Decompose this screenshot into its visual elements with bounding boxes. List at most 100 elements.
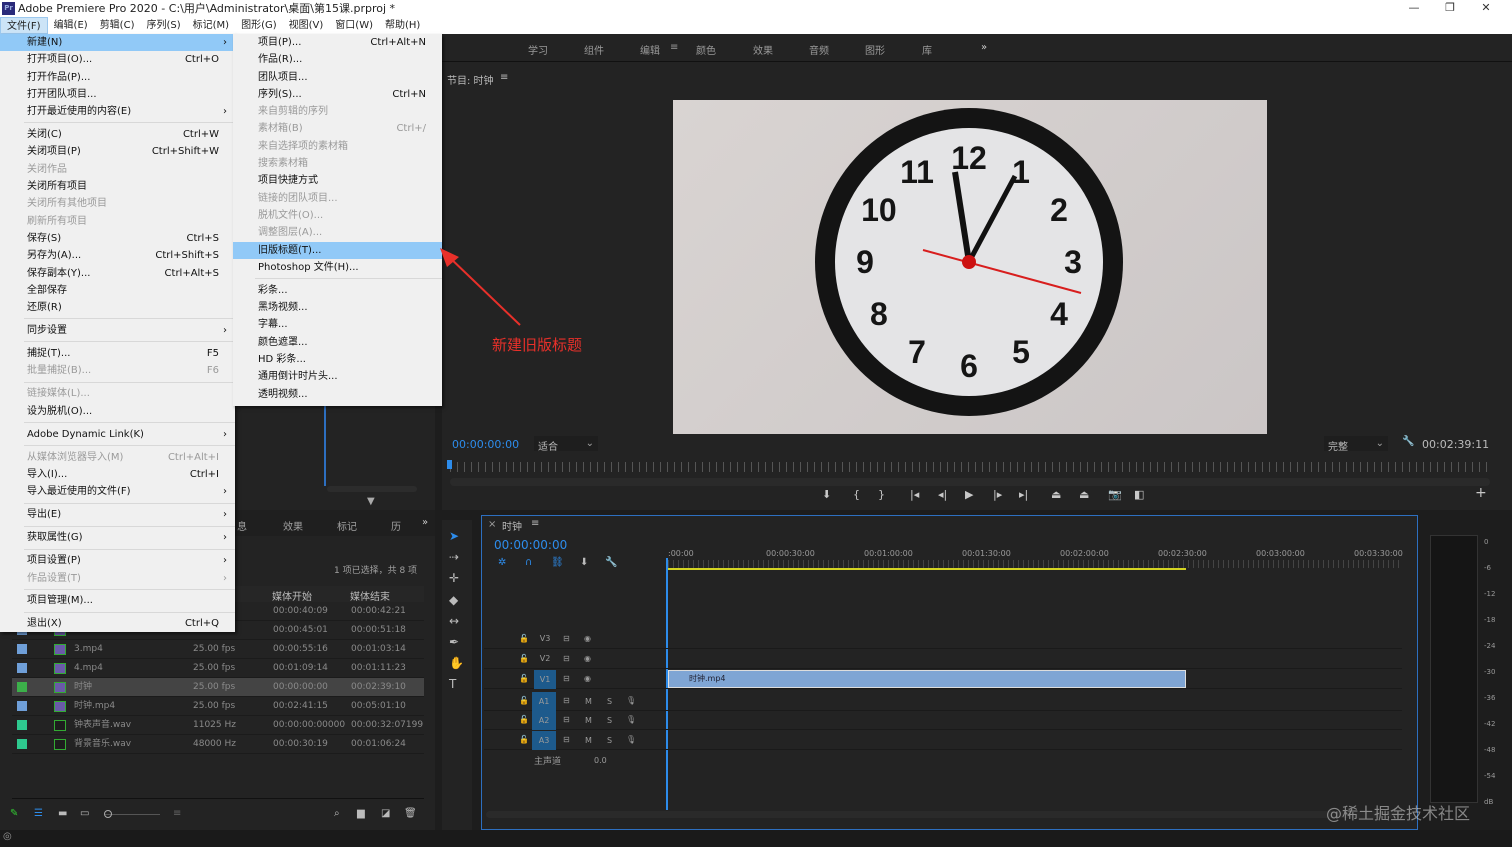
master-volume-value[interactable]: 0.0 <box>594 756 607 765</box>
lift-icon[interactable]: ⏏ <box>1051 488 1061 501</box>
track-select-tool-icon[interactable]: ⇢ <box>449 550 459 564</box>
menu-item[interactable]: 关闭(C) Ctrl+W <box>0 126 235 143</box>
step-forward-icon[interactable]: |▸ <box>993 488 1002 501</box>
menu-6[interactable]: 视图(V) <box>283 17 330 34</box>
sync-lock-icon[interactable]: ⊟ <box>563 654 570 663</box>
microphone-icon[interactable]: 🎙 <box>626 696 636 705</box>
linked-selection-icon[interactable]: ⛓ <box>551 557 564 568</box>
track-name[interactable]: V1 <box>534 670 556 689</box>
step-back-icon[interactable]: ◂| <box>938 488 947 501</box>
eye-icon[interactable]: ◉ <box>584 674 591 683</box>
label-color-swatch[interactable] <box>17 663 27 673</box>
solo-button[interactable]: S <box>607 736 612 745</box>
sync-lock-icon[interactable]: ⊟ <box>563 735 570 744</box>
workspace-tab[interactable]: 编辑 <box>640 42 660 57</box>
timeline-scrollbar[interactable] <box>486 811 1398 818</box>
label-color-swatch[interactable] <box>17 739 27 749</box>
mute-button[interactable]: M <box>585 697 592 706</box>
menu-0[interactable]: 文件(F) <box>0 17 48 34</box>
list-view-icon[interactable]: ☰ <box>34 808 43 819</box>
pencil-icon[interactable]: ✎ <box>10 808 18 819</box>
sequence-tab[interactable]: 时钟 <box>502 518 522 533</box>
solo-button[interactable]: S <box>607 697 612 706</box>
slip-tool-icon[interactable]: ↔ <box>449 614 459 628</box>
workspace-tab[interactable]: 图形 <box>865 42 885 57</box>
menu-item[interactable]: 设为脱机(O)... <box>0 403 235 420</box>
project-row[interactable]: 时钟 25.00 fps 00:00:00:00 00:02:39:10 <box>12 678 424 697</box>
sync-lock-icon[interactable]: ⊟ <box>563 715 570 724</box>
menu-item[interactable]: 黑场视频... <box>233 299 442 316</box>
play-icon[interactable]: ▶ <box>965 488 973 501</box>
panel-menu-icon[interactable]: ≡ <box>500 72 508 83</box>
menu-item[interactable]: 另存为(A)... Ctrl+Shift+S <box>0 247 235 264</box>
mute-button[interactable]: M <box>585 736 592 745</box>
menu-item[interactable]: 字幕... <box>233 316 442 333</box>
add-button-icon[interactable]: + <box>1475 485 1487 501</box>
menu-item[interactable]: 打开项目(O)... Ctrl+O <box>0 51 235 68</box>
lock-icon[interactable]: 🔓 <box>519 674 529 683</box>
more-tabs-button[interactable]: » <box>422 517 428 528</box>
menu-2[interactable]: 剪辑(C) <box>94 17 141 34</box>
menu-5[interactable]: 图形(G) <box>235 17 283 34</box>
nest-icon[interactable]: ✲ <box>498 557 506 568</box>
menu-item[interactable]: 同步设置 › <box>0 322 235 339</box>
menu-item[interactable]: 旧版标题(T)... <box>233 241 442 259</box>
label-color-swatch[interactable] <box>17 720 27 730</box>
hand-tool-icon[interactable]: ✋ <box>449 656 464 670</box>
tab-effects[interactable]: 效果 <box>283 518 303 533</box>
track-name[interactable]: A1 <box>532 692 556 711</box>
menu-item[interactable]: 作品(R)... <box>233 51 442 68</box>
menu-item[interactable]: 导出(E) › <box>0 506 235 523</box>
extract-icon[interactable]: ⏏ <box>1079 488 1089 501</box>
close-button[interactable]: ✕ <box>1468 0 1504 17</box>
menu-item[interactable]: 项目设置(P) › <box>0 552 235 569</box>
mark-in-icon[interactable]: { <box>853 488 860 501</box>
menu-item[interactable]: Adobe Dynamic Link(K) › <box>0 426 235 443</box>
audio-track[interactable] <box>484 711 1402 730</box>
sync-lock-icon[interactable]: ⊟ <box>563 674 570 683</box>
lock-icon[interactable]: 🔓 <box>519 634 529 643</box>
trash-icon[interactable]: 🗑 <box>404 808 417 819</box>
menu-item[interactable]: 全部保存 <box>0 282 235 299</box>
menu-item[interactable]: Photoshop 文件(H)... <box>233 259 442 276</box>
type-tool-icon[interactable]: T <box>449 677 456 691</box>
tab-history[interactable]: 历 <box>391 518 401 533</box>
menu-item[interactable]: 关闭项目(P) Ctrl+Shift+W <box>0 143 235 160</box>
new-item-icon[interactable]: ◪ <box>381 808 390 819</box>
menu-item[interactable]: 打开团队项目... <box>0 86 235 103</box>
label-color-swatch[interactable] <box>17 682 27 692</box>
menu-item[interactable]: 保存(S) Ctrl+S <box>0 230 235 247</box>
audio-track[interactable] <box>484 692 1402 711</box>
maximize-button[interactable]: ❐ <box>1432 0 1468 17</box>
program-ruler[interactable] <box>450 462 1490 472</box>
video-track[interactable] <box>484 650 1402 669</box>
project-row[interactable]: 3.mp4 25.00 fps 00:00:55:16 00:01:03:14 <box>12 640 424 659</box>
tab-markers[interactable]: 标记 <box>337 518 357 533</box>
pen-tool-icon[interactable]: ✒ <box>449 635 459 649</box>
sync-lock-icon[interactable]: ⊟ <box>563 696 570 705</box>
video-track[interactable] <box>484 670 1402 689</box>
eye-icon[interactable]: ◉ <box>584 634 591 643</box>
menu-item[interactable]: HD 彩条... <box>233 351 442 368</box>
sort-icon[interactable]: ≡ <box>173 808 181 819</box>
mark-out-icon[interactable]: } <box>878 488 885 501</box>
menu-item[interactable]: 打开最近使用的内容(E) › <box>0 103 235 120</box>
selection-tool-icon[interactable]: ➤ <box>449 529 459 543</box>
icon-view-icon[interactable]: ▬ <box>58 808 67 819</box>
microphone-icon[interactable]: 🎙 <box>626 735 636 744</box>
menu-item[interactable]: 颜色遮罩... <box>233 334 442 351</box>
workspace-more-button[interactable]: » <box>981 42 987 53</box>
menu-7[interactable]: 窗口(W) <box>329 17 379 34</box>
zoom-scrollbar[interactable] <box>327 486 417 492</box>
menu-item[interactable]: 打开作品(P)... <box>0 69 235 86</box>
panel-menu-icon[interactable]: ≡ <box>531 518 539 529</box>
menu-item[interactable]: 导入最近使用的文件(F) › <box>0 483 235 500</box>
lock-icon[interactable]: 🔓 <box>519 715 529 724</box>
project-row[interactable]: 4.mp4 25.00 fps 00:01:09:14 00:01:11:23 <box>12 659 424 678</box>
lock-icon[interactable]: 🔓 <box>519 654 529 663</box>
freeform-view-icon[interactable]: ▭ <box>80 808 89 819</box>
menu-item[interactable]: 获取属性(G) › <box>0 529 235 546</box>
workspace-tab[interactable]: 音频 <box>809 42 829 57</box>
microphone-icon[interactable]: 🎙 <box>626 715 636 724</box>
search-icon[interactable]: ⌕ <box>334 808 340 819</box>
